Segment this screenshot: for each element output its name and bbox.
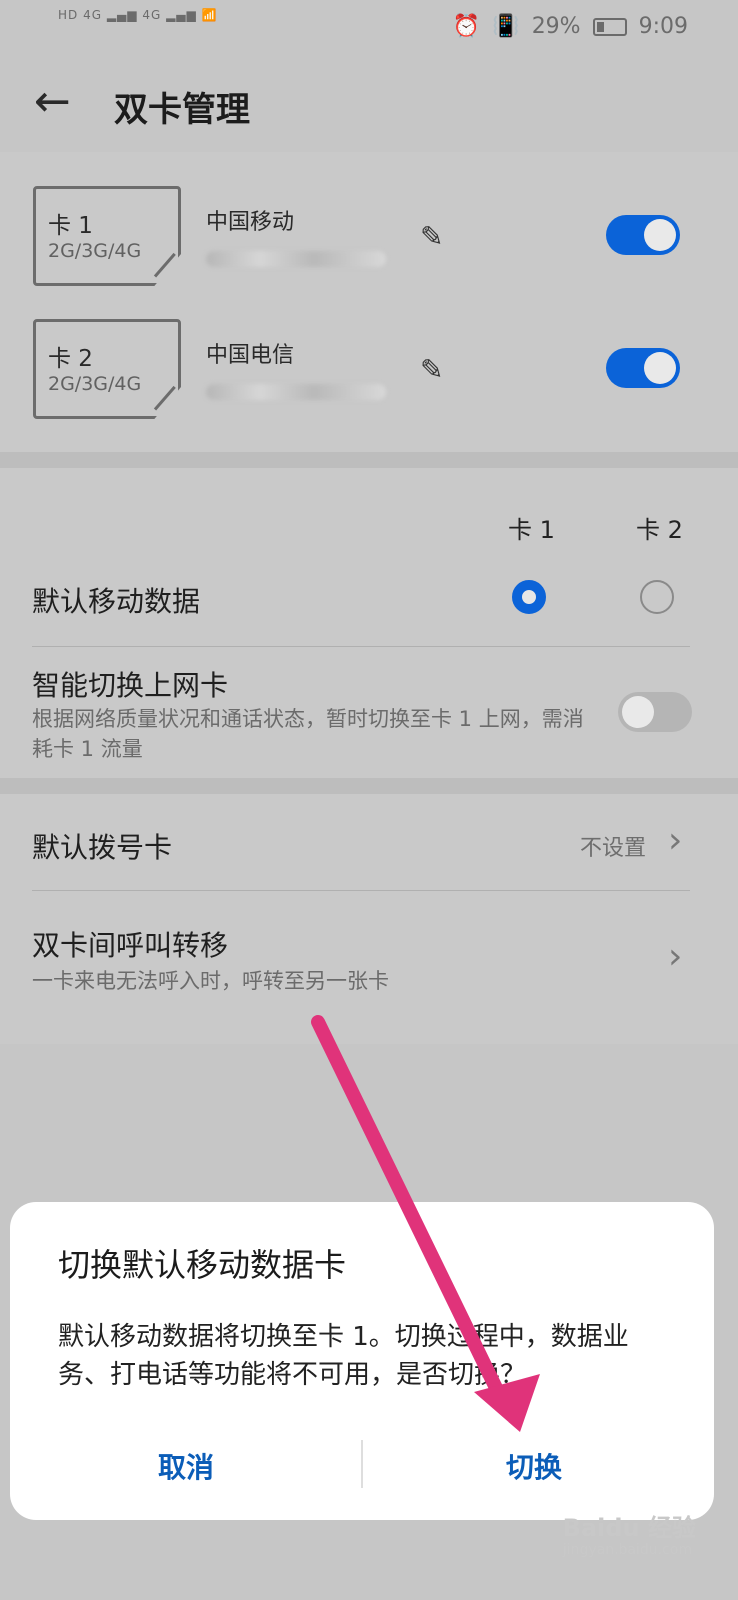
default-data-label: 默认移动数据 [32, 585, 201, 618]
edit-icon[interactable]: ✎ [420, 353, 443, 386]
call-forward-label: 双卡间呼叫转移 [32, 929, 229, 962]
alarm-icon: ⏰ [452, 14, 481, 39]
phone-number-blurred-2 [206, 384, 386, 400]
default-call-label: 默认拨号卡 [32, 831, 173, 864]
status-right: ⏰ 📳 29% 9:09 [453, 14, 688, 39]
column-header-sim2: 卡 2 [636, 516, 683, 544]
dialog-message: 默认移动数据将切换至卡 1。切换过程中，数据业务、打电话等功能将不可用，是否切换… [58, 1322, 629, 1390]
divider [32, 646, 690, 647]
smart-switch-label: 智能切换上网卡 [32, 669, 229, 702]
clock: 9:09 [638, 14, 688, 39]
default-data-radio-sim1[interactable] [512, 580, 546, 614]
default-data-radio-sim2[interactable] [640, 580, 674, 614]
sim-2-toggle[interactable] [606, 348, 680, 388]
sim-1-toggle[interactable] [606, 215, 680, 255]
smart-switch-desc: 根据网络质量状况和通话状态，暂时切换至卡 1 上网，需消耗卡 1 流量 [32, 707, 584, 761]
divider [32, 890, 690, 891]
edit-icon[interactable]: ✎ [420, 220, 443, 253]
chevron-right-icon: › [668, 820, 683, 861]
carrier-name-1: 中国移动 [206, 210, 295, 235]
battery-percent: 29% [531, 14, 581, 39]
app-header [0, 56, 738, 152]
sim-network-2: 2G/3G/4G [48, 373, 142, 395]
watermark-url: jingyan.baidu.com [562, 1542, 692, 1558]
page-title: 双卡管理 [114, 90, 250, 130]
column-header-sim1: 卡 1 [508, 516, 555, 544]
sim-network-1: 2G/3G/4G [48, 240, 142, 262]
dialog-title: 切换默认移动数据卡 [58, 1246, 347, 1284]
cancel-button[interactable]: 取消 [36, 1446, 336, 1486]
carrier-name-2: 中国电信 [206, 343, 295, 368]
sim-name-1: 卡 1 [48, 213, 93, 239]
section-divider [0, 778, 738, 794]
signal-indicators: HD 4G ▂▄▆ 4G ▂▄▆ 📶 [58, 8, 218, 22]
vibrate-icon: 📳 [492, 14, 520, 39]
battery-icon [592, 17, 627, 36]
section-divider [0, 452, 738, 468]
chevron-right-icon: › [668, 936, 683, 977]
watermark-logo: Baidu 经验 [562, 1514, 696, 1542]
confirm-switch-button[interactable]: 切换 [384, 1446, 684, 1486]
arrow-left-icon[interactable]: ← [34, 80, 71, 124]
phone-number-blurred-1 [206, 251, 386, 267]
button-separator [361, 1440, 363, 1488]
call-forward-desc: 一卡来电无法呼入时，呼转至另一张卡 [32, 969, 389, 993]
smart-switch-toggle[interactable] [618, 692, 692, 732]
default-call-value: 不设置 [580, 836, 647, 861]
sim-name-2: 卡 2 [48, 346, 93, 372]
